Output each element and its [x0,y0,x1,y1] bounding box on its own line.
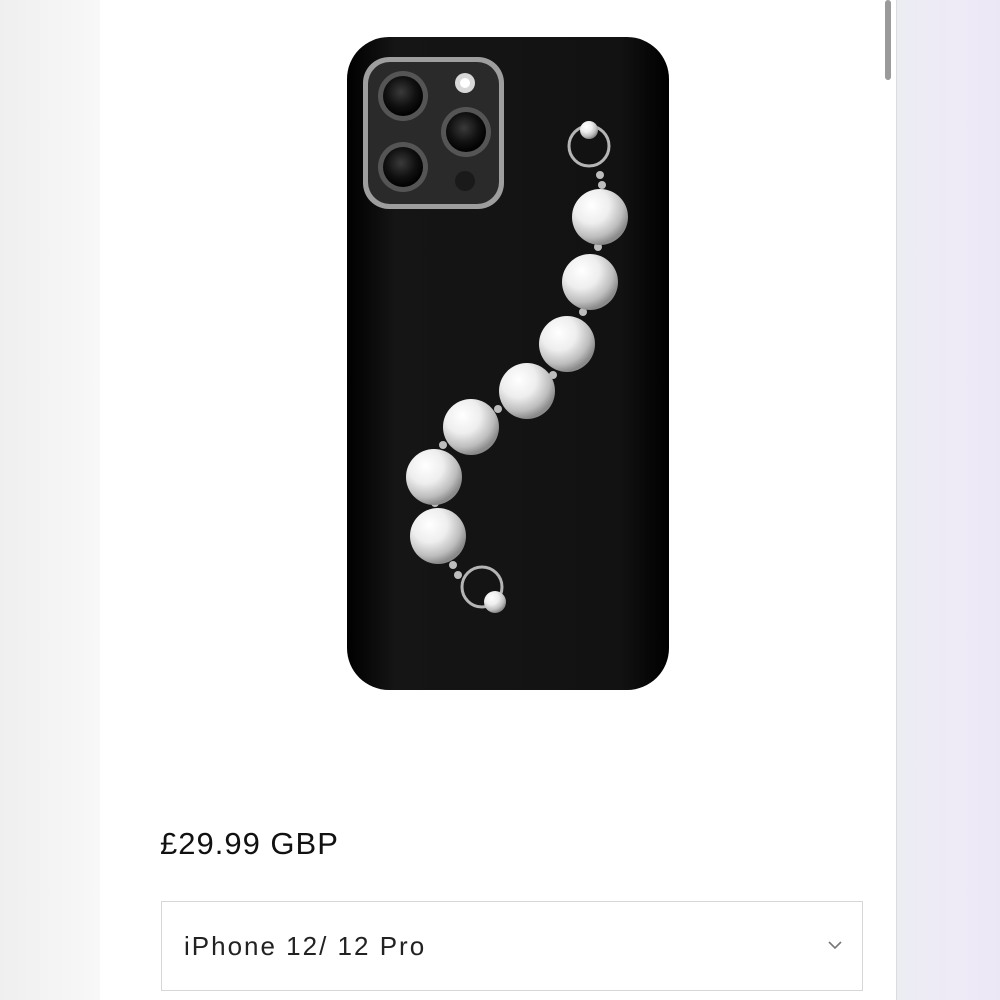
camera-sensor [455,171,475,191]
pearl-bead [406,449,462,505]
pearl-bead [410,508,466,564]
pearl-bead [499,363,555,419]
product-image[interactable] [335,25,680,705]
variant-dropdown[interactable]: iPhone 12/ 12 Pro [161,901,863,991]
variant-selected-value: iPhone 12/ 12 Pro [184,931,427,961]
pearl-bead [572,189,628,245]
pearl-bead [562,254,618,310]
left-background [0,0,100,1000]
pearl-bead [443,399,499,455]
product-price: £29.99 GBP [160,826,339,861]
chevron-down-icon [826,936,844,954]
right-background [896,0,1000,1000]
scrollbar-thumb[interactable] [885,0,891,80]
pearl-bead [539,316,595,372]
phone-case-illustration [347,37,669,690]
